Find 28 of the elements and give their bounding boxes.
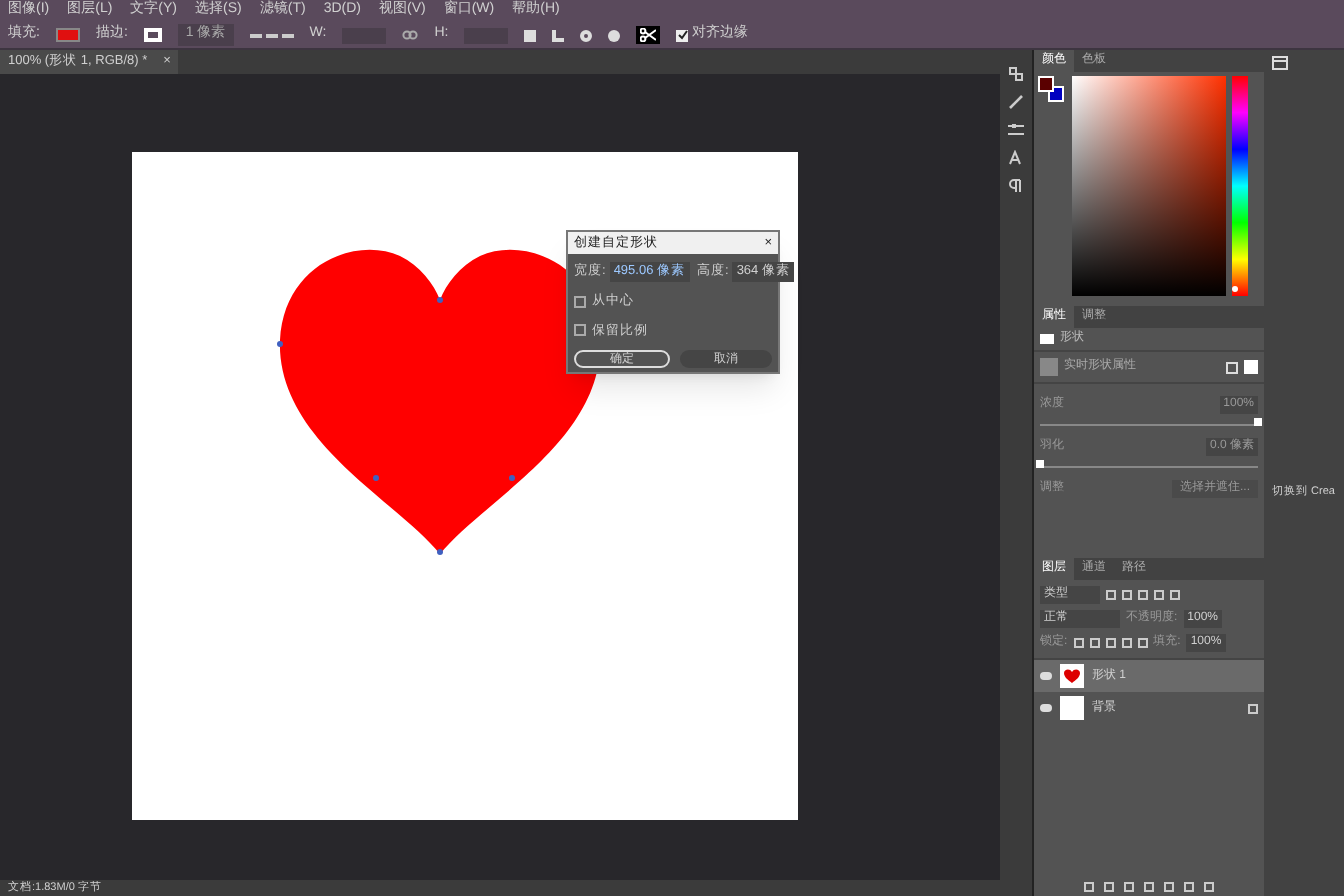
paragraph-icon[interactable]: [1008, 178, 1024, 194]
path-arrangement-icon[interactable]: [580, 29, 593, 41]
color-picker-field[interactable]: [1072, 76, 1226, 296]
hue-slider[interactable]: [1232, 76, 1248, 296]
panel-icon[interactable]: [1272, 56, 1288, 70]
slider-thumb[interactable]: [1232, 286, 1238, 293]
checkbox[interactable]: [574, 324, 586, 337]
slider-thumb[interactable]: [1254, 418, 1262, 426]
path-operations-icon[interactable]: [524, 29, 537, 41]
shape-icon: [1040, 334, 1054, 344]
checkbox[interactable]: [574, 295, 586, 308]
path-alignment-icon[interactable]: [552, 29, 565, 41]
sliders-icon[interactable]: [1008, 122, 1024, 138]
type-icon[interactable]: [1008, 150, 1024, 166]
foreground-color-swatch[interactable]: [1038, 76, 1054, 92]
slider-track[interactable]: [1040, 418, 1258, 426]
history-icon[interactable]: [1008, 66, 1024, 82]
eye-icon[interactable]: [1040, 704, 1052, 712]
stroke-color-swatch[interactable]: [143, 28, 162, 42]
fill-color-swatch[interactable]: [55, 28, 80, 42]
layer-thumbnail: [1060, 696, 1084, 720]
layer-thumbnail: [1060, 664, 1084, 688]
stroke-type-dropdown[interactable]: [249, 33, 294, 37]
slider-track[interactable]: [1040, 460, 1258, 468]
checkbox[interactable]: [676, 29, 689, 41]
eye-icon[interactable]: [1040, 672, 1052, 680]
scissors-icon[interactable]: [636, 26, 661, 44]
slider-thumb[interactable]: [1036, 460, 1044, 468]
